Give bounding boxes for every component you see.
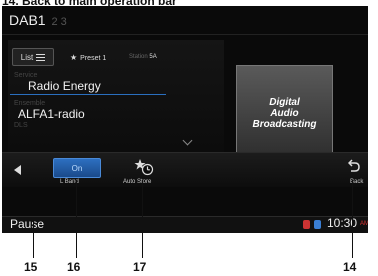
service-value: Radio Energy (28, 79, 101, 93)
service-underline (10, 94, 166, 95)
lband-toggle-button[interactable]: On (53, 158, 101, 178)
bluetooth-icon (314, 220, 321, 229)
status-icons (303, 220, 321, 229)
dls-label: DLS (14, 122, 28, 129)
autostore-icon[interactable] (134, 158, 154, 176)
station-value: 5A (149, 54, 157, 60)
divider (2, 34, 368, 35)
other-bands[interactable]: 2 3 (51, 16, 66, 28)
callout-15: 15 (24, 260, 38, 274)
band-name: DAB1 (9, 12, 46, 28)
head-unit-screen: DAB1 2 3 List ★ Preset 1 Station 5A Servi… (2, 6, 368, 233)
status-indicator-icon (303, 220, 310, 229)
band-title: DAB1 2 3 (9, 12, 67, 28)
callout-line (142, 180, 143, 258)
ensemble-label: Ensemble (14, 100, 46, 107)
list-icon (36, 53, 46, 61)
callout-line (76, 180, 77, 258)
list-button[interactable]: List (12, 48, 54, 66)
preset-indicator: ★ Preset 1 (70, 53, 107, 62)
callout-line (33, 218, 34, 258)
lband-state: On (71, 163, 83, 173)
star-icon: ★ (70, 53, 78, 62)
playback-status: Pause (10, 217, 45, 231)
list-label: List (20, 52, 34, 62)
back-arrow-icon[interactable] (348, 159, 360, 173)
left-arrow-icon[interactable] (14, 165, 21, 175)
clock-ampm: AM (360, 221, 368, 227)
service-label: Service (14, 72, 38, 79)
station-indicator: Station 5A (129, 54, 157, 60)
dab-logo: Digital Audio Broadcasting (236, 65, 333, 162)
callout-16: 16 (67, 260, 81, 274)
callout-line (352, 180, 353, 258)
ensemble-value: ALFA1-radio (18, 107, 85, 121)
autostore-label: Auto Store (123, 179, 152, 185)
callout-14: 14 (343, 260, 357, 274)
callout-17: 17 (133, 260, 147, 274)
